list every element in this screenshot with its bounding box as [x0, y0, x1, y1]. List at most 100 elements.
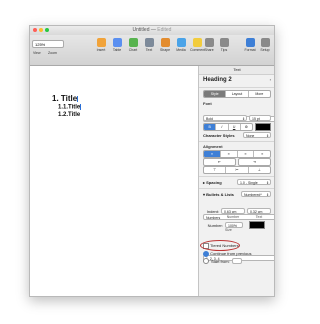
start-from-field[interactable] — [231, 258, 242, 264]
toolbar-table-button[interactable]: Table — [110, 38, 124, 52]
document-name: Untitled — [132, 27, 150, 33]
align-top-icon[interactable]: ⊤ — [204, 167, 227, 173]
outline-item-1[interactable]: 1. Title — [52, 94, 81, 103]
divider — [199, 87, 274, 88]
bullets-select[interactable]: Numbered* ⇕ — [241, 191, 271, 197]
toolbar-share-button[interactable]: Share — [202, 38, 216, 52]
segment-layout[interactable]: Layout — [226, 91, 249, 97]
divider — [199, 141, 274, 142]
radio-icon[interactable] — [203, 258, 209, 264]
window-title: Untitled — Edited — [132, 27, 172, 33]
toolbar-label: Text — [145, 48, 153, 52]
toolbar-tips-button[interactable]: Tips — [217, 38, 231, 52]
format-icon — [245, 38, 255, 47]
zoom-select[interactable]: 125% — [32, 40, 64, 48]
divider — [199, 176, 274, 177]
toolbar-label: Media — [176, 48, 186, 52]
font-weight-size-row: Bold ⇕ 15 pt — [203, 115, 271, 121]
toolbar-label: Shape — [159, 48, 171, 52]
chevron-updown-icon: ⇕ — [274, 117, 275, 123]
character-styles-select[interactable]: None ⇕ — [243, 132, 271, 138]
text-options-gear-icon[interactable]: ⚙ — [241, 124, 252, 130]
text-cursor — [80, 104, 82, 110]
indent-control: ⇤ ⇥ — [203, 158, 271, 166]
toolbar-setup-button[interactable]: Setup — [258, 38, 272, 52]
highlight-circle — [200, 240, 240, 251]
paragraph-style-selector[interactable]: Heading 2 › — [203, 77, 271, 83]
outline-item-1-2[interactable]: 1.2.Title — [58, 112, 81, 118]
text-indent-field[interactable]: 0.32 cm — [247, 208, 271, 214]
number-caption: Number — [226, 215, 240, 219]
text-style-row: B I U ⚙ — [203, 123, 271, 131]
spacing-disclosure[interactable]: ▸ Spacing — [203, 180, 222, 185]
edited-status: Edited — [157, 27, 172, 33]
pages-window: Untitled — Edited 125% View Zoom Insert T… — [29, 25, 275, 297]
indent-label: Indent: — [206, 208, 219, 214]
align-left-icon[interactable]: ≡ — [204, 151, 221, 157]
toolbar-label: Format — [244, 48, 256, 52]
italic-button[interactable]: I — [216, 124, 229, 130]
toolbar-label: Chart — [128, 48, 138, 52]
zoom-label: Zoom — [48, 51, 57, 55]
toolbar-format-button[interactable]: Format — [243, 38, 257, 52]
align-center-icon[interactable]: ≡ — [221, 151, 238, 157]
setup-icon — [260, 38, 270, 47]
toolbar-label: Share — [204, 48, 214, 52]
toolbar-text-button[interactable]: Text — [142, 38, 156, 52]
bold-italic-underline-group: B I U ⚙ — [203, 123, 253, 131]
segment-more[interactable]: More — [249, 91, 270, 97]
title-bar: Untitled — Edited — [30, 26, 274, 35]
tab-text[interactable]: Text — [199, 66, 274, 75]
character-styles-row: Character Styles None ⇕ — [203, 132, 271, 138]
tips-icon — [219, 38, 229, 47]
outline-item-1-1[interactable]: 1.1.Title — [58, 104, 82, 111]
align-justify-icon[interactable]: ≡ — [254, 151, 270, 157]
toolbar-media-button[interactable]: Media — [174, 38, 188, 52]
alignment-control: ≡ ≡ ≡ ≡ — [203, 150, 271, 158]
zoom-value: 125% — [35, 42, 46, 47]
media-icon — [176, 38, 186, 47]
bullets-row: ▾ Bullets & Lists Numbered* ⇕ — [203, 191, 271, 197]
align-bottom-icon[interactable]: ⊥ — [249, 167, 270, 173]
font-size-field[interactable]: 15 pt — [249, 115, 271, 121]
toolbar-shape-button[interactable]: Shape — [158, 38, 172, 52]
spacing-select[interactable]: 1.0 - Single ⇕ — [237, 179, 271, 185]
toolbar-label: Setup — [260, 48, 270, 52]
toolbar-insert-button[interactable]: Insert — [94, 38, 108, 52]
comment-icon — [192, 38, 202, 47]
table-icon — [112, 38, 122, 47]
document-canvas[interactable]: 1. Title 1.1.Title 1.2.Title — [30, 66, 198, 296]
font-weight-select[interactable]: Bold ⇕ — [203, 115, 247, 121]
toolbar: 125% View Zoom Insert Table Chart Text Shape… — [30, 35, 274, 66]
font-header: Font — [203, 101, 212, 106]
view-label: View — [33, 51, 41, 55]
style-segmented-control: Style Layout More — [203, 90, 271, 98]
paragraph-style-name: Heading 2 — [203, 77, 232, 83]
text-cursor — [77, 95, 79, 102]
toolbar-label: Insert — [96, 48, 106, 52]
spacing-row: ▸ Spacing 1.0 - Single ⇕ — [203, 179, 271, 185]
text-color-well[interactable] — [255, 123, 271, 131]
character-styles-label: Character Styles — [203, 132, 235, 138]
number-indent-field[interactable]: 0.63 cm — [221, 208, 245, 214]
start-from-label: Start from: — [211, 258, 230, 264]
underline-button[interactable]: U — [229, 124, 241, 130]
format-panel: Text Heading 2 › Style Layout More Font … — [198, 66, 275, 296]
bold-button[interactable]: B — [204, 124, 217, 130]
toolbar-label: Tips — [220, 48, 228, 52]
start-from-option[interactable]: Start from: — [203, 258, 271, 264]
decrease-indent-icon[interactable]: ⇤ — [204, 159, 235, 165]
align-right-icon[interactable]: ≡ — [238, 151, 255, 157]
continue-option[interactable]: Continue from previous — [203, 251, 271, 257]
indent-captions: Number Text — [203, 215, 271, 219]
segment-style[interactable]: Style — [204, 91, 227, 97]
indent-row: Indent: 0.63 cm 0.32 cm — [203, 208, 271, 214]
shape-icon — [160, 38, 170, 47]
radio-icon[interactable] — [203, 251, 209, 257]
bullets-disclosure[interactable]: ▾ Bullets & Lists — [203, 192, 234, 197]
toolbar-chart-button[interactable]: Chart — [126, 38, 140, 52]
text-caption: Text — [255, 215, 263, 219]
number-label: Number: — [207, 222, 223, 228]
increase-indent-icon[interactable]: ⇥ — [239, 159, 270, 165]
align-middle-icon[interactable]: ⊢ — [226, 167, 249, 173]
